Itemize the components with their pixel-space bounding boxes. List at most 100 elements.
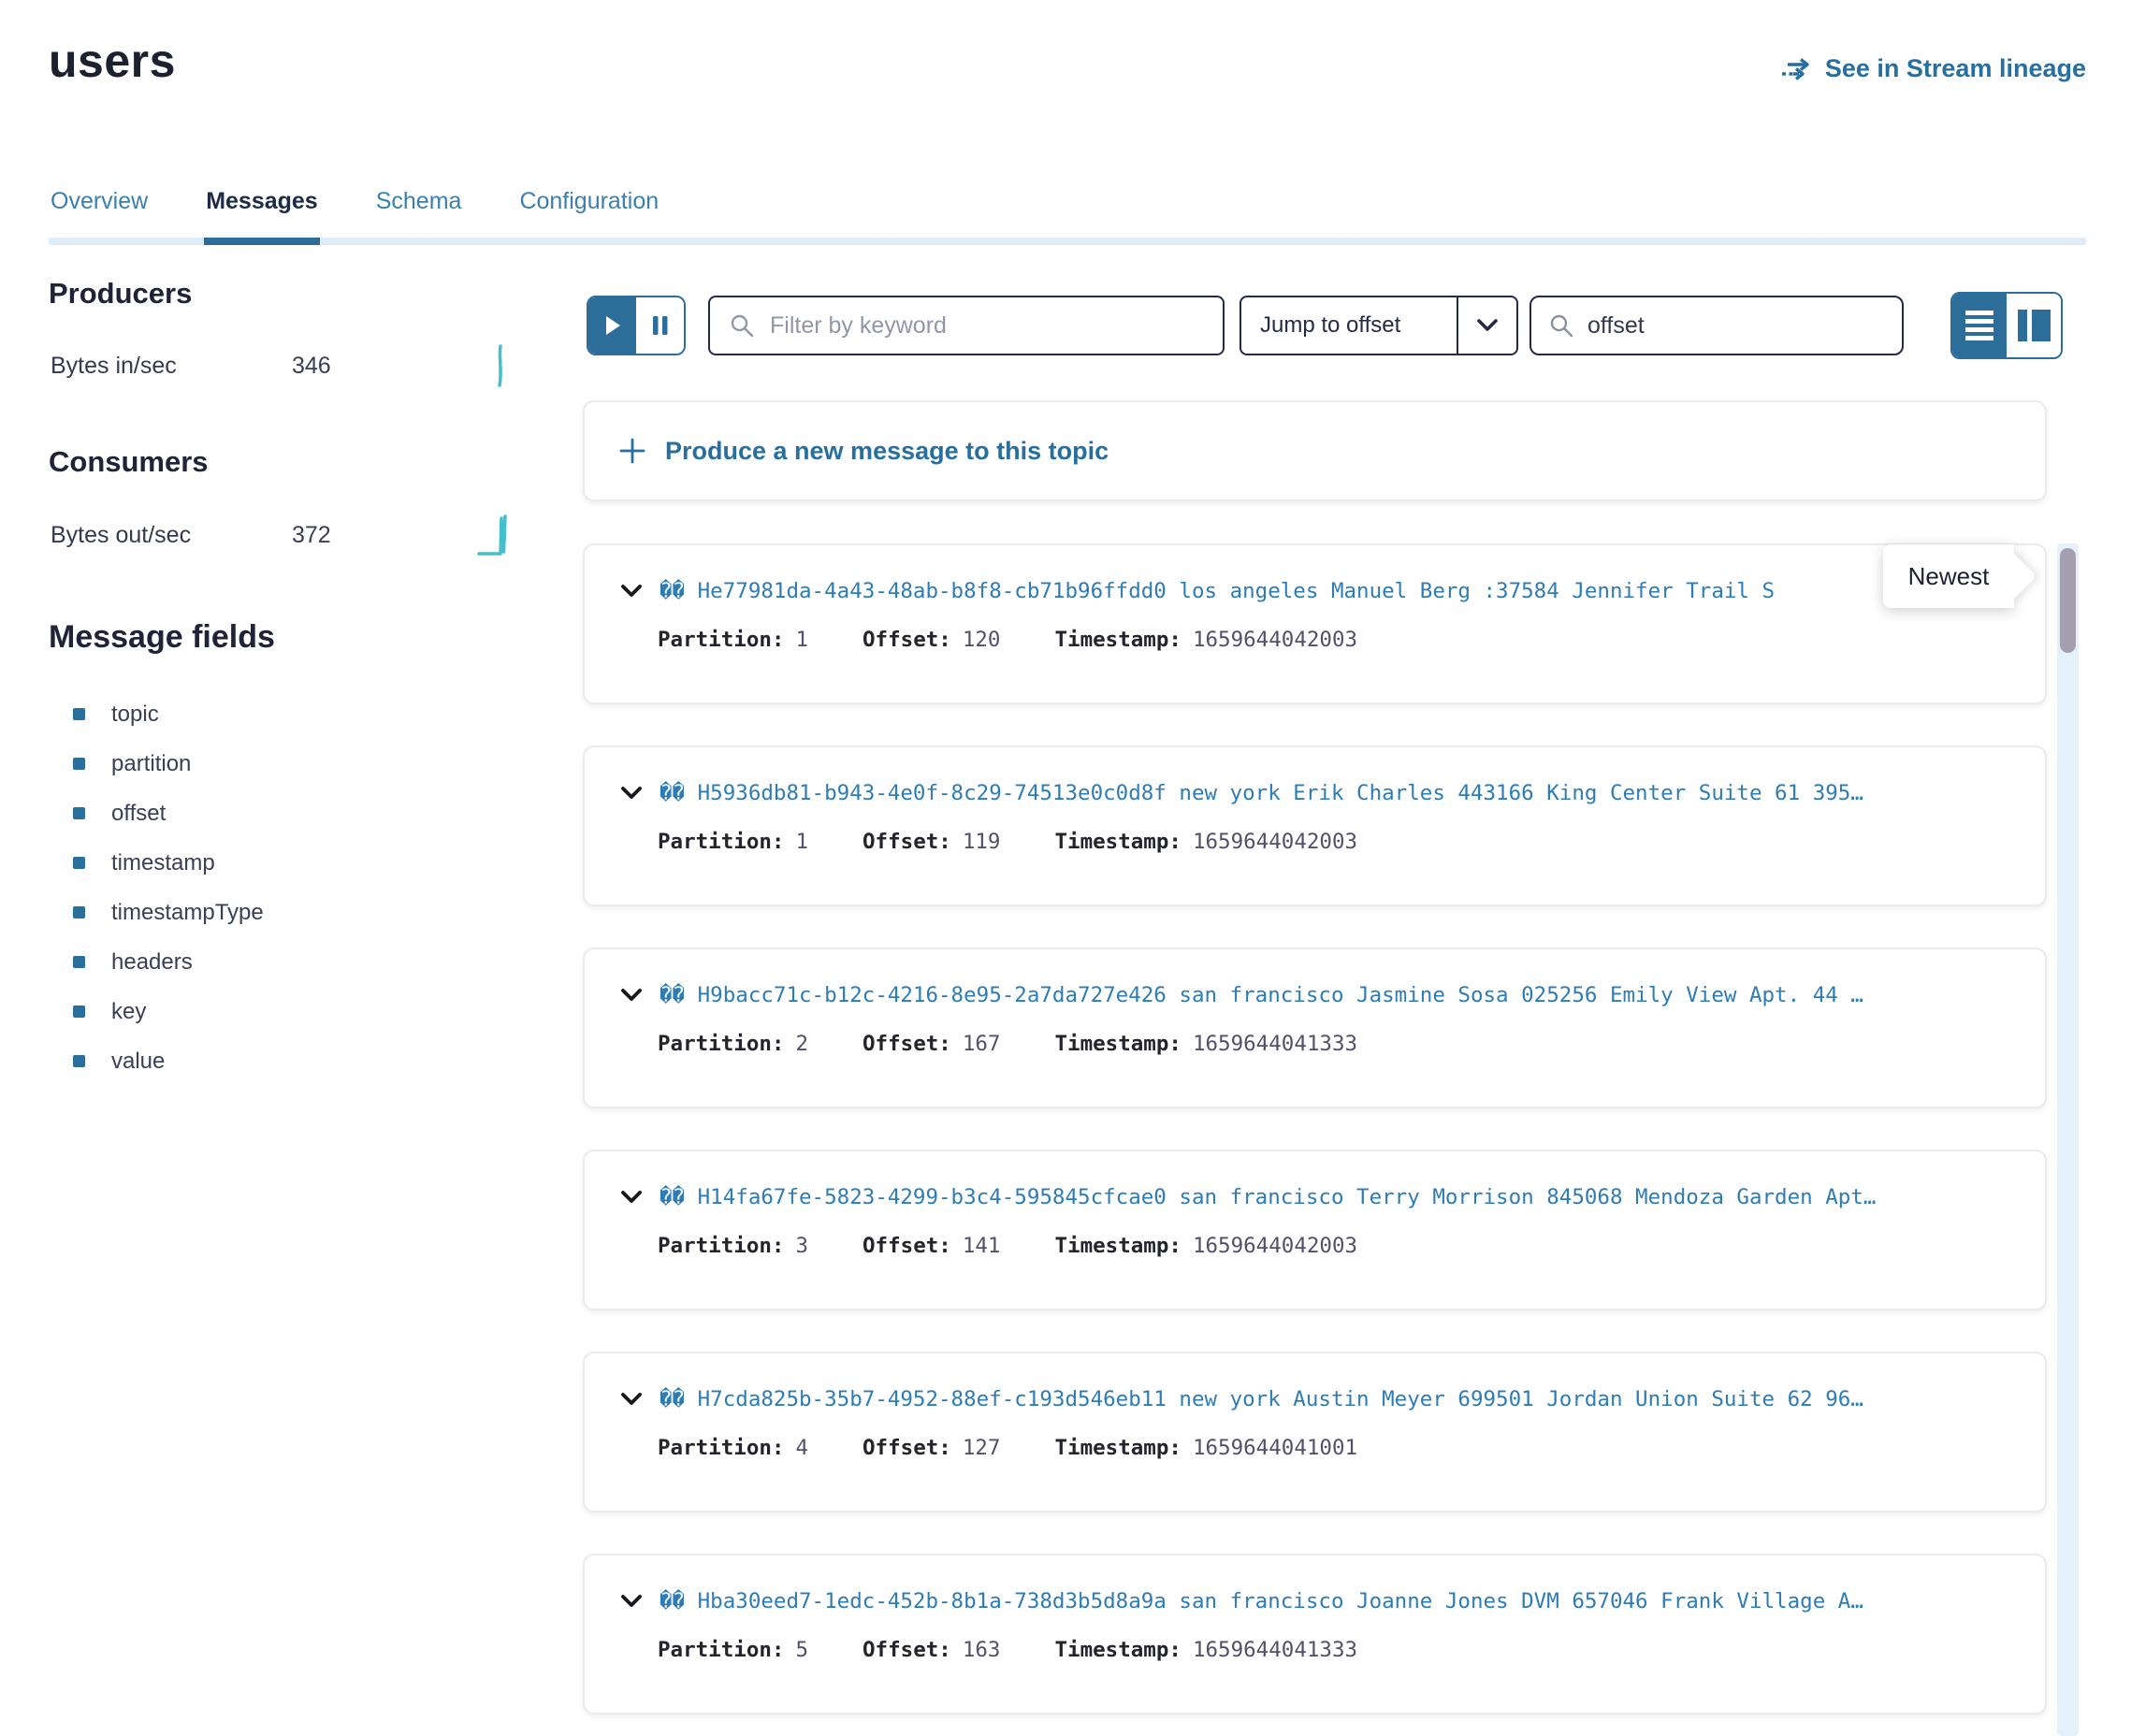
message-row[interactable]: �� H9bacc71c-b12c-4216-8e95-2a7da727e426… bbox=[583, 948, 2047, 1108]
tab-overview[interactable]: Overview bbox=[49, 185, 150, 217]
messages-toolbar: Jump to offset bbox=[583, 296, 2047, 355]
partition-value: 2 bbox=[795, 1032, 808, 1056]
expand-chevron-icon[interactable] bbox=[620, 988, 643, 1003]
message-meta: Partition:4 Offset:127 Timestamp:1659644… bbox=[658, 1436, 2015, 1460]
jump-select-chevron-button[interactable] bbox=[1457, 296, 1518, 355]
play-icon bbox=[603, 314, 622, 337]
message-meta: Partition:1 Offset:119 Timestamp:1659644… bbox=[658, 830, 2015, 854]
expand-chevron-icon[interactable] bbox=[620, 1392, 643, 1407]
partition-value: 1 bbox=[795, 628, 808, 652]
keyword-filter-input[interactable] bbox=[770, 312, 1204, 340]
jump-to-offset-select[interactable]: Jump to offset bbox=[1239, 296, 1457, 355]
field-bullet-icon bbox=[73, 1055, 85, 1067]
message-meta: Partition:5 Offset:163 Timestamp:1659644… bbox=[658, 1638, 2015, 1662]
expand-chevron-icon[interactable] bbox=[620, 786, 643, 801]
offset-value: 127 bbox=[963, 1436, 1001, 1460]
message-key: �� H9bacc71c-b12c-4216-8e95-2a7da727e426… bbox=[660, 983, 2015, 1007]
newest-tooltip-label: Newest bbox=[1908, 562, 1990, 591]
field-bullet-icon bbox=[73, 708, 85, 720]
partition-value: 3 bbox=[795, 1234, 808, 1258]
field-item-timestampType[interactable]: timestampType bbox=[73, 888, 535, 937]
offset-value: 119 bbox=[963, 830, 1001, 854]
partition-value: 1 bbox=[795, 830, 808, 854]
message-fields-list: topic partition offset timestamp timesta… bbox=[49, 689, 535, 1086]
offset-value: 120 bbox=[963, 628, 1001, 652]
message-key: �� Hba30eed7-1edc-452b-8b1a-738d3b5d8a9a… bbox=[660, 1589, 2015, 1613]
offset-value: 163 bbox=[963, 1638, 1001, 1662]
bytes-in-metric: Bytes in/sec 346 bbox=[51, 342, 529, 389]
view-mode-toggle bbox=[1950, 292, 2063, 359]
tab-configuration[interactable]: Configuration bbox=[517, 185, 660, 217]
offset-search-input[interactable] bbox=[1587, 312, 1889, 340]
expand-chevron-icon[interactable] bbox=[620, 1594, 643, 1609]
message-row[interactable]: �� Hba30eed7-1edc-452b-8b1a-738d3b5d8a9a… bbox=[583, 1554, 2047, 1714]
list-view-icon bbox=[1965, 311, 1993, 340]
message-row[interactable]: �� He77981da-4a43-48ab-b8f8-cb71b96ffdd0… bbox=[583, 543, 2047, 704]
partition-value: 5 bbox=[795, 1638, 808, 1662]
field-bullet-icon bbox=[73, 1005, 85, 1018]
bytes-in-sparkline bbox=[481, 342, 522, 389]
bytes-out-label: Bytes out/sec bbox=[51, 522, 292, 549]
field-item-timestamp[interactable]: timestamp bbox=[73, 838, 535, 888]
scrollbar-track[interactable] bbox=[2057, 543, 2079, 1736]
scrollbar-thumb[interactable] bbox=[2060, 548, 2076, 653]
message-key: �� H14fa67fe-5823-4299-b3c4-595845cfcae0… bbox=[660, 1185, 2015, 1209]
field-item-key[interactable]: key bbox=[73, 987, 535, 1036]
partition-value: 4 bbox=[795, 1436, 808, 1460]
timestamp-value: 1659644042003 bbox=[1193, 1234, 1357, 1258]
producers-heading: Producers bbox=[49, 277, 535, 311]
tab-schema[interactable]: Schema bbox=[374, 185, 464, 217]
see-in-stream-lineage-link[interactable]: See in Stream lineage bbox=[1780, 54, 2086, 83]
card-view-icon bbox=[2018, 310, 2051, 341]
keyword-filter-field bbox=[708, 296, 1225, 355]
field-item-offset[interactable]: offset bbox=[73, 788, 535, 838]
bytes-out-metric: Bytes out/sec 372 bbox=[51, 511, 529, 559]
message-row[interactable]: �� H14fa67fe-5823-4299-b3c4-595845cfcae0… bbox=[583, 1150, 2047, 1310]
message-row[interactable]: �� H7cda825b-35b7-4952-88ef-c193d546eb11… bbox=[583, 1352, 2047, 1512]
field-item-topic[interactable]: topic bbox=[73, 689, 535, 739]
plus-icon bbox=[618, 437, 646, 465]
field-item-partition[interactable]: partition bbox=[73, 739, 535, 788]
timestamp-value: 1659644041001 bbox=[1193, 1436, 1357, 1460]
consumers-heading: Consumers bbox=[49, 445, 535, 479]
offset-value: 141 bbox=[963, 1234, 1001, 1258]
bytes-in-label: Bytes in/sec bbox=[51, 353, 292, 380]
message-row[interactable]: �� H5936db81-b943-4e0f-8c29-74513e0c0d8f… bbox=[583, 745, 2047, 906]
card-view-button[interactable] bbox=[2007, 294, 2061, 357]
stream-lineage-arrow-icon bbox=[1780, 56, 1814, 82]
play-pause-toggle bbox=[587, 296, 686, 355]
topic-messages-page: users See in Stream lineage Overview Mes… bbox=[0, 0, 2131, 1736]
tab-messages[interactable]: Messages bbox=[204, 185, 320, 217]
timestamp-value: 1659644042003 bbox=[1193, 830, 1357, 854]
tab-bar: Overview Messages Schema Configuration bbox=[49, 185, 2086, 245]
field-item-headers[interactable]: headers bbox=[73, 937, 535, 987]
play-button[interactable] bbox=[588, 297, 636, 354]
bytes-in-value: 346 bbox=[292, 353, 331, 380]
produce-message-button[interactable]: Produce a new message to this topic bbox=[583, 400, 2047, 501]
timestamp-value: 1659644041333 bbox=[1193, 1032, 1357, 1056]
field-bullet-icon bbox=[73, 857, 85, 869]
field-bullet-icon bbox=[73, 906, 85, 919]
produce-message-label: Produce a new message to this topic bbox=[665, 437, 1109, 466]
field-item-value[interactable]: value bbox=[73, 1036, 535, 1086]
search-icon bbox=[1548, 312, 1574, 339]
list-view-button[interactable] bbox=[1952, 294, 2007, 357]
bytes-out-value: 372 bbox=[292, 522, 331, 549]
pause-button[interactable] bbox=[636, 297, 684, 354]
message-key: �� H5936db81-b943-4e0f-8c29-74513e0c0d8f… bbox=[660, 781, 2015, 805]
message-meta: Partition:3 Offset:141 Timestamp:1659644… bbox=[658, 1234, 2015, 1258]
tab-underline-track bbox=[49, 238, 2086, 245]
jump-to-offset-value: Jump to offset bbox=[1260, 312, 1400, 339]
pause-icon bbox=[652, 314, 669, 337]
message-fields-heading: Message fields bbox=[49, 619, 535, 656]
offset-value: 167 bbox=[963, 1032, 1001, 1056]
field-bullet-icon bbox=[73, 758, 85, 770]
newest-tooltip: Newest bbox=[1883, 544, 2014, 608]
expand-chevron-icon[interactable] bbox=[620, 584, 643, 599]
timestamp-value: 1659644041333 bbox=[1193, 1638, 1357, 1662]
message-meta: Partition:2 Offset:167 Timestamp:1659644… bbox=[658, 1032, 2015, 1056]
expand-chevron-icon[interactable] bbox=[620, 1190, 643, 1205]
chevron-down-icon bbox=[1476, 318, 1499, 333]
page-title: users bbox=[49, 34, 176, 88]
message-meta: Partition:1 Offset:120 Timestamp:1659644… bbox=[658, 628, 2015, 652]
